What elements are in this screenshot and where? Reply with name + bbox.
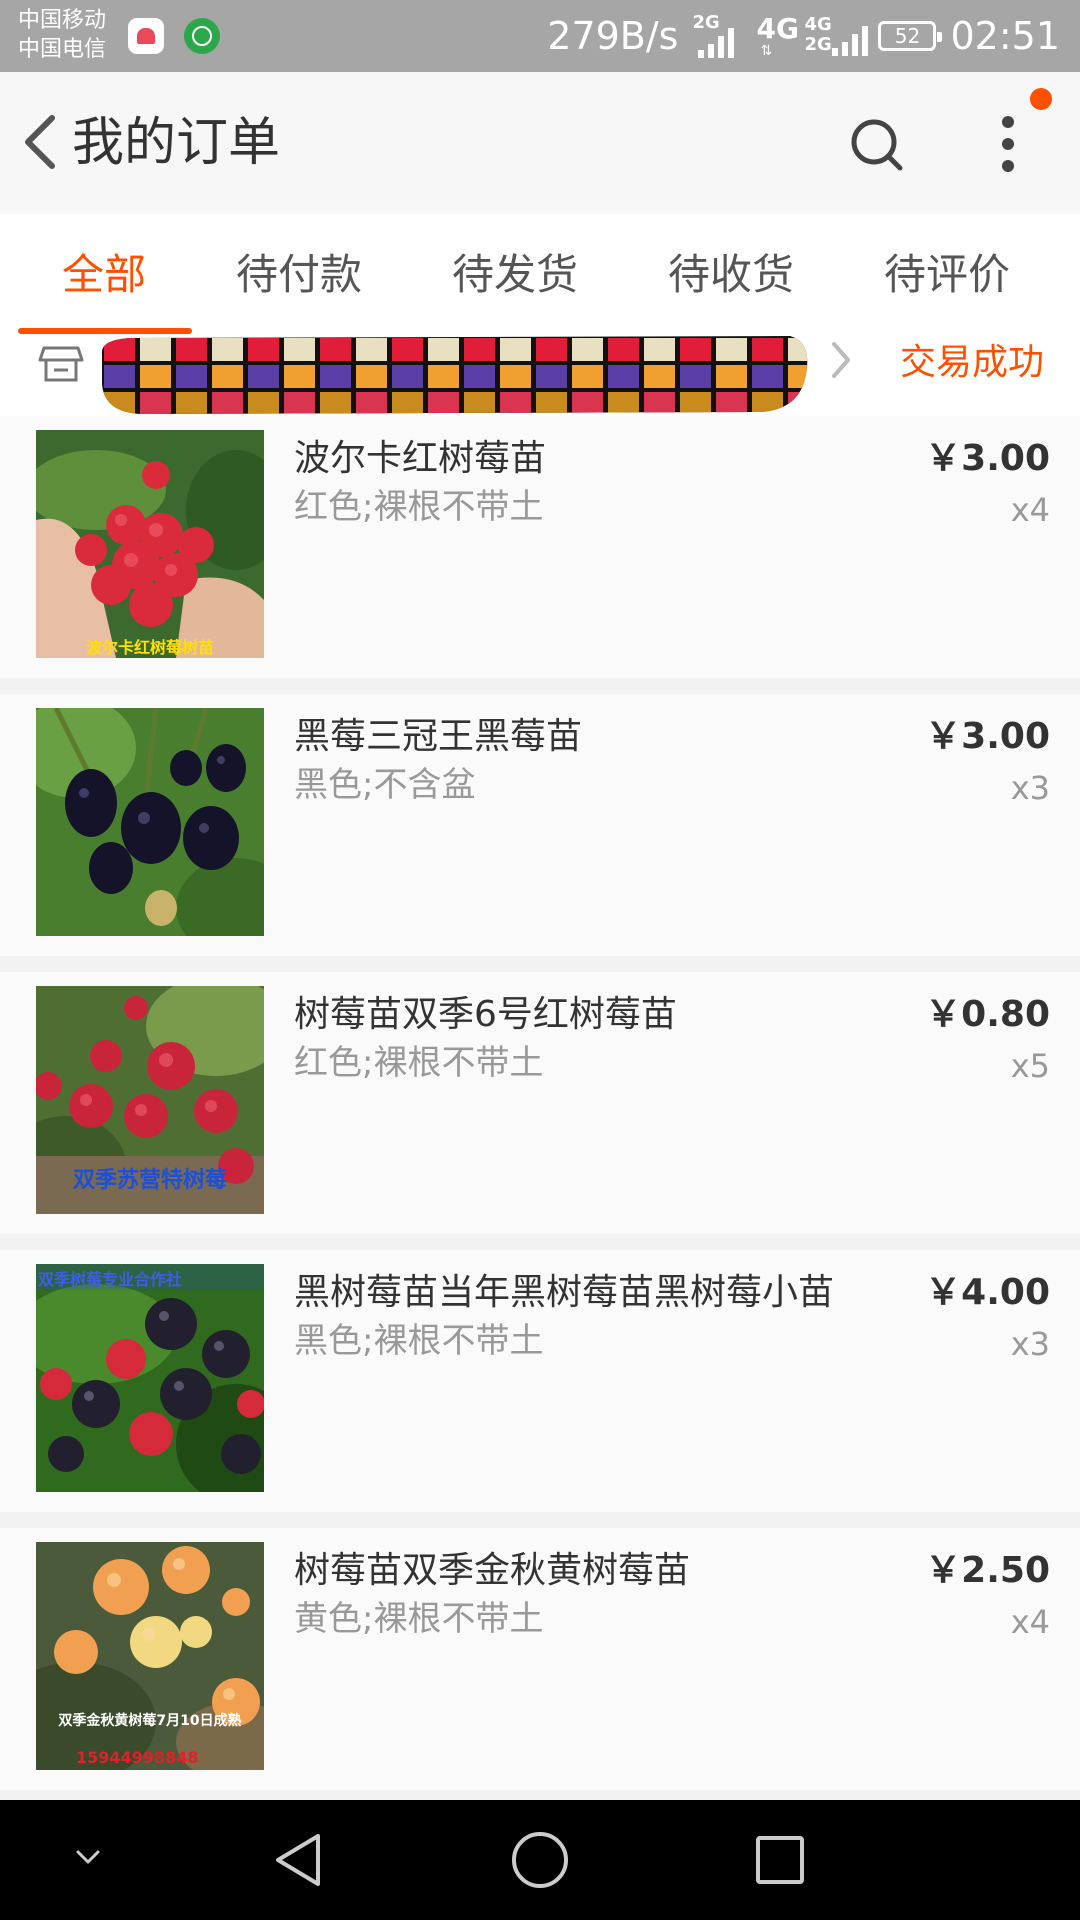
- clock: 02:51: [950, 14, 1060, 58]
- back-icon[interactable]: [12, 112, 68, 172]
- product-title[interactable]: 树莓苗双季6号红树莓苗: [294, 992, 677, 1038]
- system-nav-bar: [0, 1800, 1080, 1920]
- order-item[interactable]: 双季树莓专业合作社 黑树莓苗当年黑树莓苗黑树莓小苗 黑色;裸根不带土 ￥4.00…: [0, 1250, 1080, 1512]
- tab-pending-payment[interactable]: 待付款: [236, 250, 362, 300]
- health-app-icon: [128, 18, 164, 54]
- tab-pending-review[interactable]: 待评价: [884, 250, 1010, 300]
- more-icon[interactable]: [990, 112, 1026, 176]
- order-status: 交易成功: [899, 342, 1044, 383]
- product-image[interactable]: 双季金秋黄树莓7月10日成熟 15944998848: [36, 1542, 264, 1770]
- order-shop-row[interactable]: 交易成功: [0, 334, 1080, 416]
- product-image[interactable]: 波尔卡红树莓树苗: [36, 430, 264, 658]
- carrier-2: 中国电信: [18, 37, 107, 62]
- product-spec: 红色;裸根不带土: [294, 1043, 544, 1083]
- product-title[interactable]: 树莓苗双季金秋黄树莓苗: [294, 1548, 690, 1594]
- tab-all[interactable]: 全部: [62, 250, 146, 300]
- product-quantity: x5: [1010, 1047, 1050, 1085]
- product-price: ￥3.00: [925, 438, 1050, 479]
- tab-pending-shipment[interactable]: 待发货: [452, 250, 578, 300]
- product-image-caption: 双季苏营特树莓: [72, 1168, 227, 1193]
- product-image-caption: 双季树莓专业合作社: [38, 1270, 183, 1289]
- order-item[interactable]: 双季金秋黄树莓7月10日成熟 15944998848 树莓苗双季金秋黄树莓苗 黄…: [0, 1528, 1080, 1790]
- network-speed: 279B/s: [547, 14, 679, 58]
- product-price: ￥0.80: [925, 994, 1050, 1035]
- order-item[interactable]: 波尔卡红树莓树苗 波尔卡红树莓苗 红色;裸根不带土 ￥3.00 x4: [0, 416, 1080, 678]
- product-quantity: x4: [1010, 1603, 1050, 1641]
- data-4g-icon: 4G ⇅: [756, 12, 799, 59]
- status-bar: 中国移动 中国电信 279B/s 2G 4G ⇅ 4G 2G 52 02:51: [0, 0, 1080, 72]
- carrier-1: 中国移动: [18, 8, 107, 33]
- shop-name-redacted: [101, 336, 808, 414]
- order-tabs: 全部 待付款 待发货 待收货 待评价: [0, 214, 1080, 334]
- product-spec: 黑色;裸根不带土: [294, 1321, 544, 1361]
- product-image[interactable]: 双季树莓专业合作社: [36, 1264, 264, 1492]
- product-image-caption: 波尔卡红树莓树苗: [85, 638, 214, 657]
- product-image[interactable]: [36, 708, 264, 936]
- product-price: ￥3.00: [925, 716, 1050, 757]
- product-spec: 红色;裸根不带土: [294, 487, 544, 527]
- nav-down-icon[interactable]: [72, 1846, 104, 1870]
- product-title[interactable]: 黑树莓苗当年黑树莓苗黑树莓小苗: [294, 1270, 834, 1316]
- product-image-phone: 15944998848: [76, 1748, 199, 1767]
- carrier-info: 中国移动 中国电信: [18, 6, 106, 64]
- product-price: ￥2.50: [925, 1550, 1050, 1591]
- product-image[interactable]: 双季苏营特树莓: [36, 986, 264, 1214]
- signal-4g-2g-icon: 4G 2G: [804, 14, 869, 58]
- app-notification-icon: [184, 18, 220, 54]
- product-title[interactable]: 波尔卡红树莓苗: [294, 436, 546, 482]
- chevron-right-icon[interactable]: [826, 338, 856, 382]
- order-item[interactable]: 双季苏营特树莓 树莓苗双季6号红树莓苗 红色;裸根不带土 ￥0.80 x5: [0, 972, 1080, 1234]
- product-spec: 黄色;裸根不带土: [294, 1599, 544, 1639]
- product-price: ￥4.00: [925, 1272, 1050, 1313]
- nav-recents-icon[interactable]: [754, 1834, 806, 1886]
- signal-2g-icon: 2G: [692, 14, 742, 58]
- page-title: 我的订单: [72, 113, 281, 173]
- product-spec: 黑色;不含盆: [294, 765, 476, 805]
- notification-dot: [1030, 88, 1052, 110]
- nav-home-icon[interactable]: [510, 1830, 570, 1890]
- order-item[interactable]: 黑莓三冠王黑莓苗 黑色;不含盆 ￥3.00 x3: [0, 694, 1080, 956]
- nav-back-icon[interactable]: [272, 1832, 328, 1888]
- tab-pending-receipt[interactable]: 待收货: [668, 250, 794, 300]
- product-quantity: x4: [1010, 491, 1050, 529]
- product-title[interactable]: 黑莓三冠王黑莓苗: [294, 714, 582, 760]
- search-icon[interactable]: [848, 116, 904, 172]
- battery-icon: 52: [878, 21, 943, 51]
- status-indicators: 279B/s 2G 4G ⇅ 4G 2G 52 02:51: [547, 12, 1060, 60]
- product-quantity: x3: [1010, 1325, 1050, 1363]
- app-header: 我的订单: [0, 72, 1080, 214]
- shop-icon: [38, 346, 84, 382]
- product-quantity: x3: [1010, 769, 1050, 807]
- product-image-caption: 双季金秋黄树莓7月10日成熟: [58, 1713, 242, 1729]
